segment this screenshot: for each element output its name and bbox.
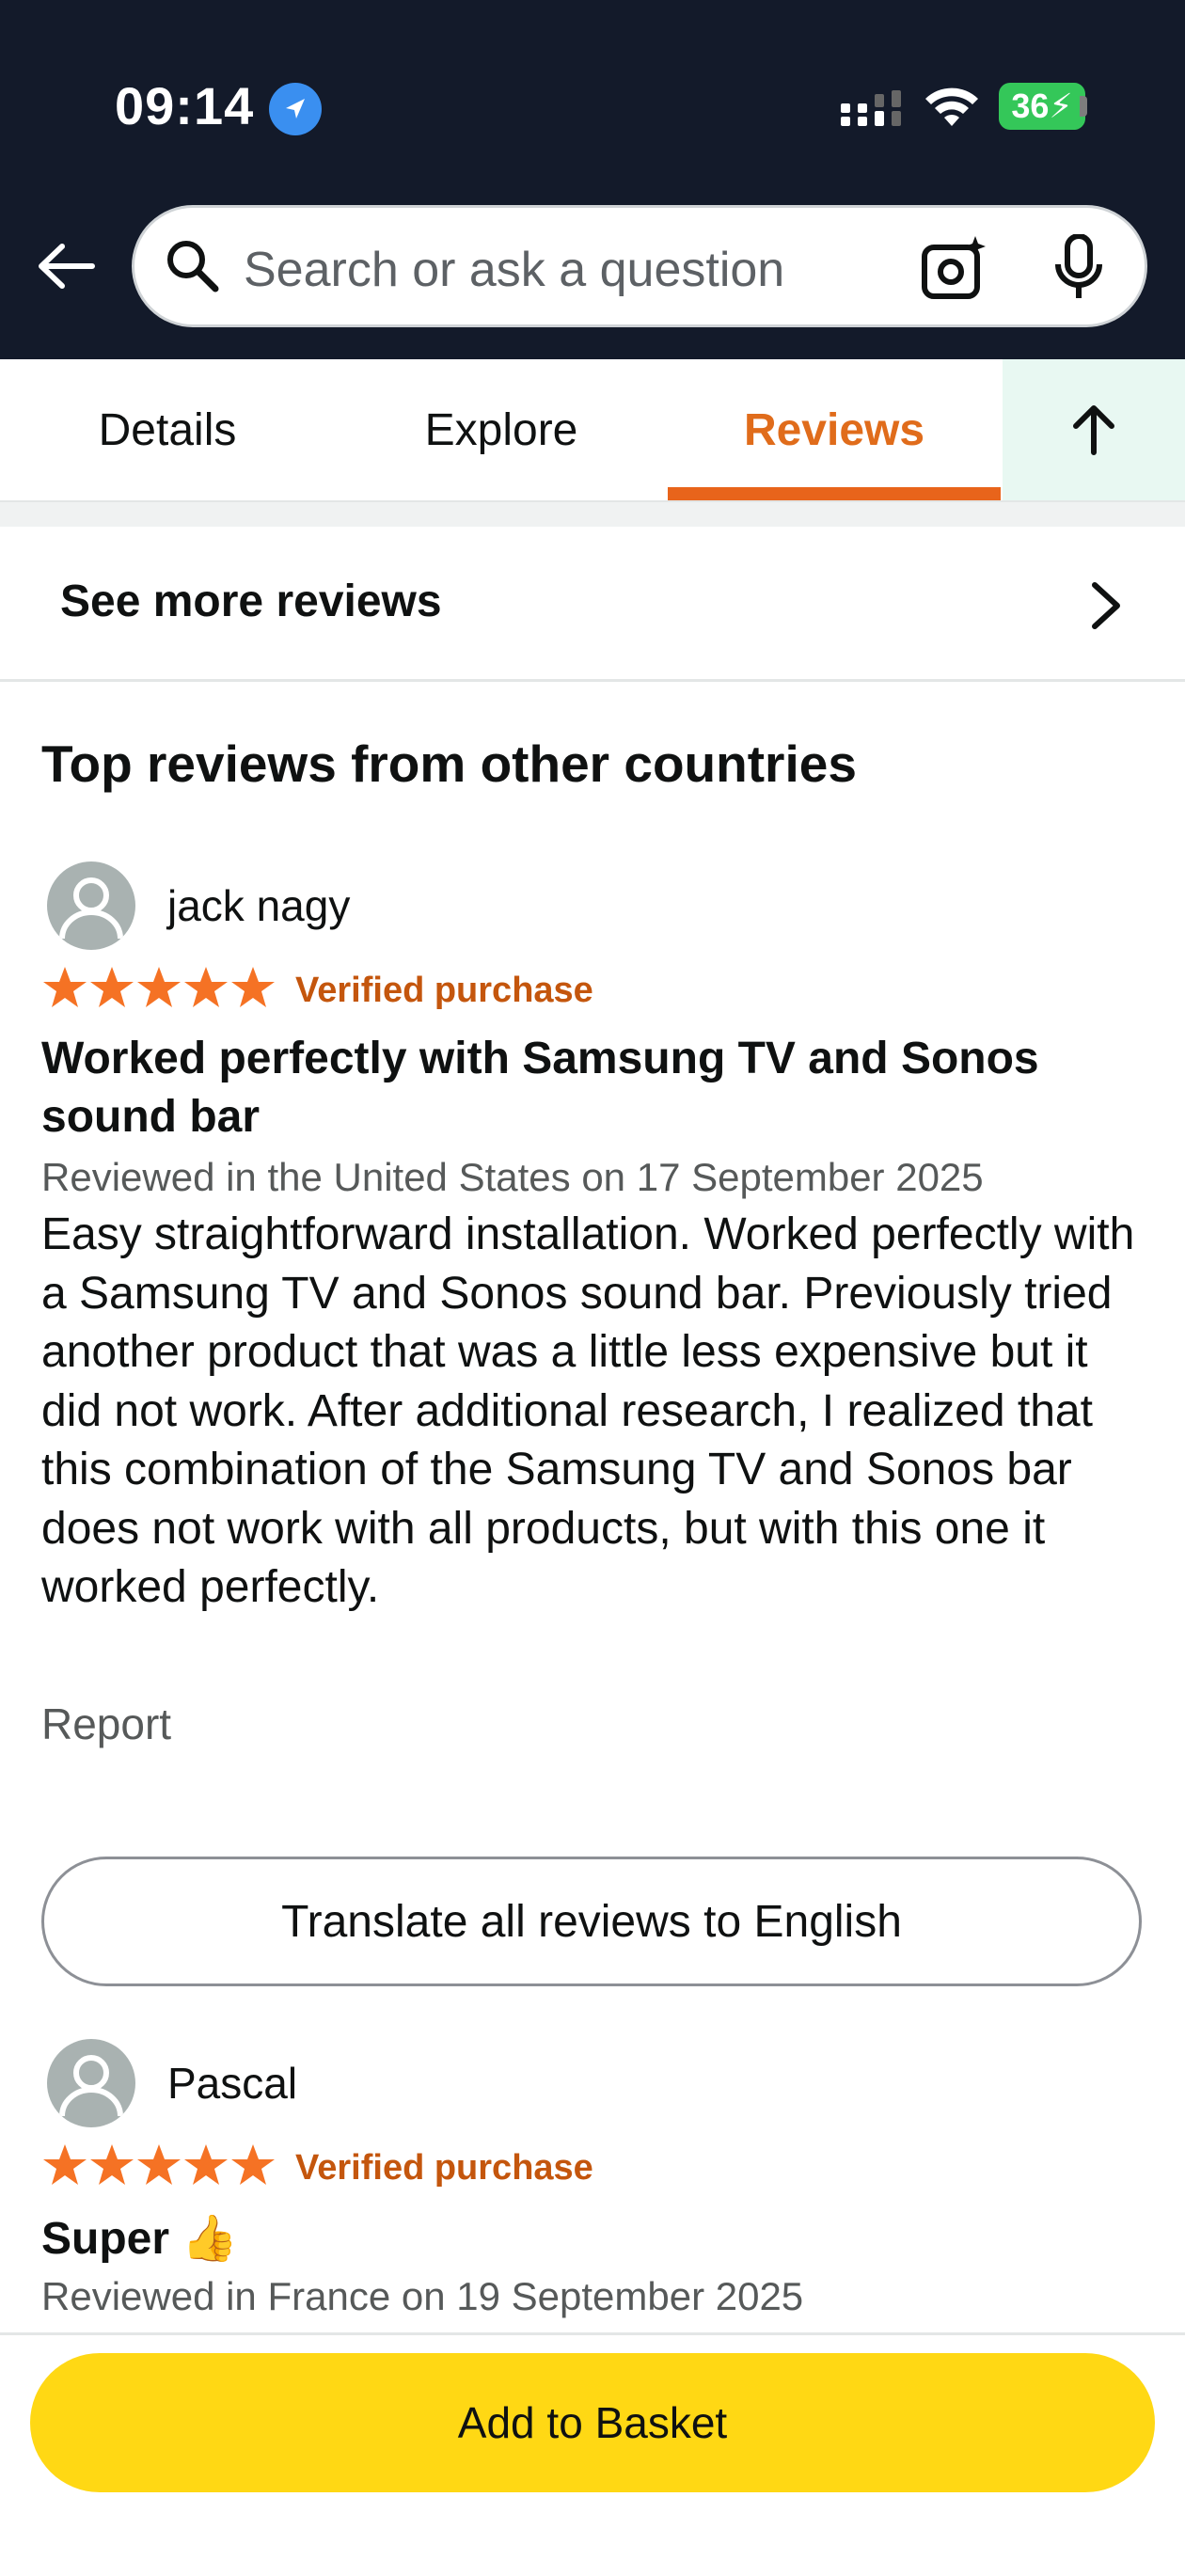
status-time: 09:14 [115, 76, 255, 135]
avatar [47, 861, 135, 950]
verified-purchase-badge: Verified purchase [295, 2148, 593, 2188]
reviewer-name[interactable]: jack nagy [167, 880, 350, 931]
review-meta: Reviewed in France on 19 September 2025 [41, 2274, 804, 2318]
wifi-icon [925, 87, 978, 126]
section-divider [0, 502, 1185, 527]
active-tab-indicator [668, 487, 1001, 500]
cellular-signal-icon [841, 90, 901, 126]
location-icon [269, 83, 322, 135]
translate-reviews-button[interactable]: Translate all reviews to English [41, 1857, 1142, 1986]
review-title: Super 👍 [41, 2214, 239, 2264]
review-meta: Reviewed in the United States on 17 Sept… [41, 1155, 984, 1199]
report-link[interactable]: Report [41, 1699, 171, 1749]
tab-bar: Details Explore Reviews [0, 359, 1185, 502]
see-more-reviews-row[interactable]: See more reviews [0, 527, 1185, 682]
verified-purchase-badge: Verified purchase [295, 971, 593, 1010]
arrow-up-icon [1073, 405, 1114, 455]
microphone-icon[interactable] [1052, 234, 1105, 302]
see-more-reviews-label: See more reviews [60, 577, 442, 626]
user-placeholder-icon [59, 877, 123, 940]
review-title: Worked perfectly with Samsung TV and Son… [41, 1034, 1039, 1142]
battery-tip [1080, 96, 1087, 117]
battery-indicator: 36⚡ [999, 83, 1085, 130]
tab-reviews[interactable]: Reviews [668, 359, 1001, 500]
back-arrow-icon[interactable] [34, 233, 100, 299]
battery-level: 36 [1011, 87, 1050, 125]
section-title: Top reviews from other countries [41, 735, 857, 793]
search-icon [167, 241, 219, 292]
scroll-to-top-button[interactable] [1003, 359, 1185, 500]
five-star-rating-icon [43, 2144, 275, 2185]
camera-lens-icon[interactable] [921, 234, 988, 302]
search-input[interactable]: Search or ask a question [244, 242, 784, 298]
search-bar[interactable]: Search or ask a question [132, 205, 1147, 327]
add-to-basket-button[interactable]: Add to Basket [30, 2353, 1155, 2492]
chevron-right-icon [1092, 582, 1120, 629]
tab-details[interactable]: Details [0, 359, 335, 500]
avatar [47, 2039, 135, 2127]
reviewer-name[interactable]: Pascal [167, 2058, 297, 2109]
five-star-rating-icon [43, 967, 275, 1007]
tab-explore[interactable]: Explore [335, 359, 668, 500]
user-placeholder-icon [59, 2055, 123, 2117]
review-body: Easy straightforward installation. Worke… [41, 1209, 1135, 1612]
